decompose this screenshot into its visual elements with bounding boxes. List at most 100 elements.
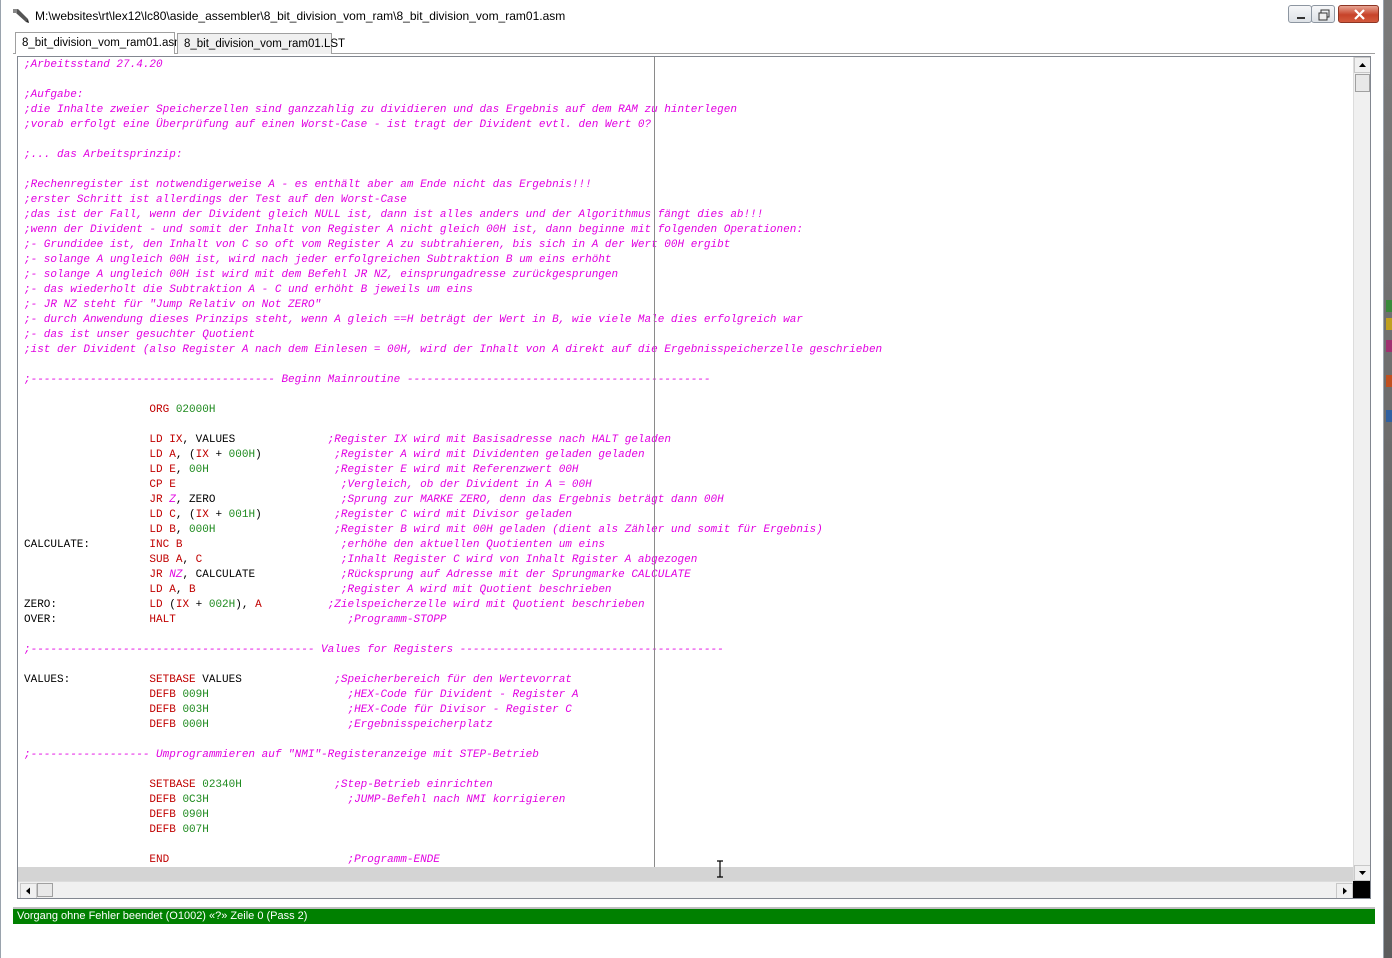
code-line[interactable]: DEFB 090H [24, 808, 1349, 823]
code-line[interactable]: ORG 02000H [24, 403, 1349, 418]
tab-asm-file[interactable]: 8_bit_division_vom_ram01.asm [15, 32, 184, 54]
code-line[interactable]: ;---------------------------------------… [24, 643, 1349, 658]
code-area[interactable]: ;Arbeitsstand 27.4.20 ;Aufgabe: ;die Inhal… [24, 58, 1349, 868]
code-token: 02000H [175, 404, 216, 416]
code-line[interactable]: ;Aufgabe: [24, 88, 1349, 103]
code-line[interactable]: ;Arbeitsstand 27.4.20 [24, 58, 1349, 73]
code-line[interactable]: DEFB 003H ;HEX-Code für Divisor - Regist… [24, 703, 1349, 718]
code-token: ;erster Schritt ist allerdings der Test … [24, 194, 407, 206]
code-token: A [169, 449, 176, 461]
code-line[interactable]: JR Z, ZERO ;Sprung zur MARKE ZERO, denn … [24, 493, 1349, 508]
code-line[interactable]: ;... das Arbeitsprinzip: [24, 148, 1349, 163]
code-line[interactable]: OVER: HALT ;Programm-STOPP [24, 613, 1349, 628]
arrow-down-icon [1359, 871, 1366, 875]
code-line[interactable]: ;die Inhalte zweier Speicherzellen sind … [24, 103, 1349, 118]
horizontal-scroll-thumb[interactable] [37, 883, 53, 897]
code-line[interactable] [24, 358, 1349, 373]
code-line[interactable]: SUB A, C ;Inhalt Register C wird von Inh… [24, 553, 1349, 568]
code-line[interactable] [24, 658, 1349, 673]
desktop-chip [1386, 340, 1392, 352]
code-line[interactable] [24, 388, 1349, 403]
code-line[interactable]: ;- solange A ungleich 00H ist, wird nach… [24, 253, 1349, 268]
code-token: , [182, 554, 196, 566]
code-line[interactable]: ;vorab erfolgt eine Überprüfung auf eine… [24, 118, 1349, 133]
vertical-scrollbar[interactable] [1353, 57, 1370, 881]
code-line[interactable] [24, 838, 1349, 853]
code-token: IX [195, 509, 209, 521]
close-icon [1354, 9, 1365, 20]
maximize-button[interactable] [1311, 5, 1335, 23]
code-line[interactable] [24, 418, 1349, 433]
code-line[interactable]: ;------------------------------------- B… [24, 373, 1349, 388]
code-line[interactable]: ;- das ist unser gesuchter Quotient [24, 328, 1349, 343]
code-line[interactable]: ;------------------ Umprogrammieren auf … [24, 748, 1349, 763]
code-token: ;Vergleich, ob der Divident in A = 00H [340, 479, 592, 491]
code-token: 003H [182, 704, 209, 716]
code-line[interactable]: LD C, (IX + 001H) ;Register C wird mit D… [24, 508, 1349, 523]
minimize-button[interactable] [1288, 5, 1312, 23]
code-line[interactable]: DEFB 000H ;Ergebnisspeicherplatz [24, 718, 1349, 733]
code-line[interactable]: LD E, 00H ;Register E wird mit Referenzw… [24, 463, 1349, 478]
code-editor[interactable]: ;Arbeitsstand 27.4.20 ;Aufgabe: ;die Inhal… [17, 56, 1371, 899]
code-line[interactable]: ;- JR NZ steht für "Jump Relativ on Not … [24, 298, 1349, 313]
code-line[interactable]: CALCULATE: INC B ;erhöhe den aktuellen Q… [24, 538, 1349, 553]
code-line[interactable] [24, 73, 1349, 88]
code-line[interactable]: CP E ;Vergleich, ob der Divident in A = … [24, 478, 1349, 493]
code-line[interactable] [24, 133, 1349, 148]
code-line[interactable]: SETBASE 02340H ;Step-Betrieb einrichten [24, 778, 1349, 793]
scroll-down-button[interactable] [1354, 865, 1370, 881]
tab-bar: 8_bit_division_vom_ram01.asm 8_bit_divis… [13, 32, 1375, 54]
title-bar[interactable]: M:\websites\rt\lex12\lc80\aside_assemble… [1, 0, 1383, 32]
code-token: DEFB [149, 794, 183, 806]
code-line[interactable]: LD B, 000H ;Register B wird mit 00H gela… [24, 523, 1349, 538]
code-token: ;Register A wird mit Quotient beschriebe… [340, 584, 612, 596]
vertical-scroll-thumb[interactable] [1355, 74, 1370, 92]
code-line[interactable]: DEFB 0C3H ;JUMP-Befehl nach NMI korrigie… [24, 793, 1349, 808]
code-line[interactable]: END ;Programm-ENDE [24, 853, 1349, 868]
code-token: ;wenn der Divident - und somit der Inhal… [24, 224, 803, 236]
scroll-up-button[interactable] [1354, 57, 1370, 73]
code-token: ;------------------ Umprogrammieren auf … [24, 749, 539, 761]
code-line[interactable]: ;wenn der Divident - und somit der Inhal… [24, 223, 1349, 238]
horizontal-scrollbar[interactable] [18, 881, 1353, 898]
code-token: ;- Grundidee ist, den Inhalt von C so of… [24, 239, 731, 251]
code-line[interactable]: ;- solange A ungleich 00H ist wird mit d… [24, 268, 1349, 283]
code-line[interactable]: ;- Grundidee ist, den Inhalt von C so of… [24, 238, 1349, 253]
desktop-chip [1386, 300, 1392, 312]
code-line[interactable]: ;- das wiederholt die Subtraktion A - C … [24, 283, 1349, 298]
code-line[interactable]: DEFB 007H [24, 823, 1349, 838]
code-line[interactable]: ZERO: LD (IX + 002H), A ;Zielspeicherzel… [24, 598, 1349, 613]
code-line[interactable]: ;ist der Divident (also Register A nach … [24, 343, 1349, 358]
scroll-right-button[interactable] [1336, 883, 1353, 898]
code-line[interactable]: ;das ist der Fall, wenn der Divident gle… [24, 208, 1349, 223]
code-line[interactable]: ;erster Schritt ist allerdings der Test … [24, 193, 1349, 208]
code-line[interactable]: JR NZ, CALCULATE ;Rücksprung auf Adresse… [24, 568, 1349, 583]
code-line[interactable] [24, 733, 1349, 748]
scroll-left-button[interactable] [20, 883, 37, 898]
code-line[interactable]: LD IX, VALUES ;Register IX wird mit Basi… [24, 433, 1349, 448]
code-token: ;Inhalt Register C wird von Inhalt Rgist… [340, 554, 698, 566]
code-token: SETBASE [149, 779, 203, 791]
code-line[interactable]: LD A, B ;Register A wird mit Quotient be… [24, 583, 1349, 598]
code-line[interactable]: DEFB 009H ;HEX-Code für Divident - Regis… [24, 688, 1349, 703]
code-line[interactable] [24, 628, 1349, 643]
code-line[interactable]: ;Rechenregister ist notwendigerweise A -… [24, 178, 1349, 193]
code-line[interactable]: ;- durch Anwendung dieses Prinzips steht… [24, 313, 1349, 328]
code-token: ;Speicherbereich für den Wertevorrat [334, 674, 572, 686]
code-line[interactable]: VALUES: SETBASE VALUES ;Speicherbereich … [24, 673, 1349, 688]
tab-lst-file[interactable]: 8_bit_division_vom_ram01.LST [177, 33, 345, 54]
desktop-chip [1386, 375, 1392, 387]
code-token: ;- das ist unser gesuchter Quotient [24, 329, 256, 341]
code-token: CP [149, 479, 170, 491]
code-line[interactable] [24, 163, 1349, 178]
code-line[interactable] [24, 763, 1349, 778]
code-token: 000H [189, 524, 216, 536]
close-button[interactable] [1338, 5, 1379, 23]
code-line[interactable]: LD A, (IX + 000H) ;Register A wird mit D… [24, 448, 1349, 463]
maximize-icon [1318, 9, 1330, 21]
